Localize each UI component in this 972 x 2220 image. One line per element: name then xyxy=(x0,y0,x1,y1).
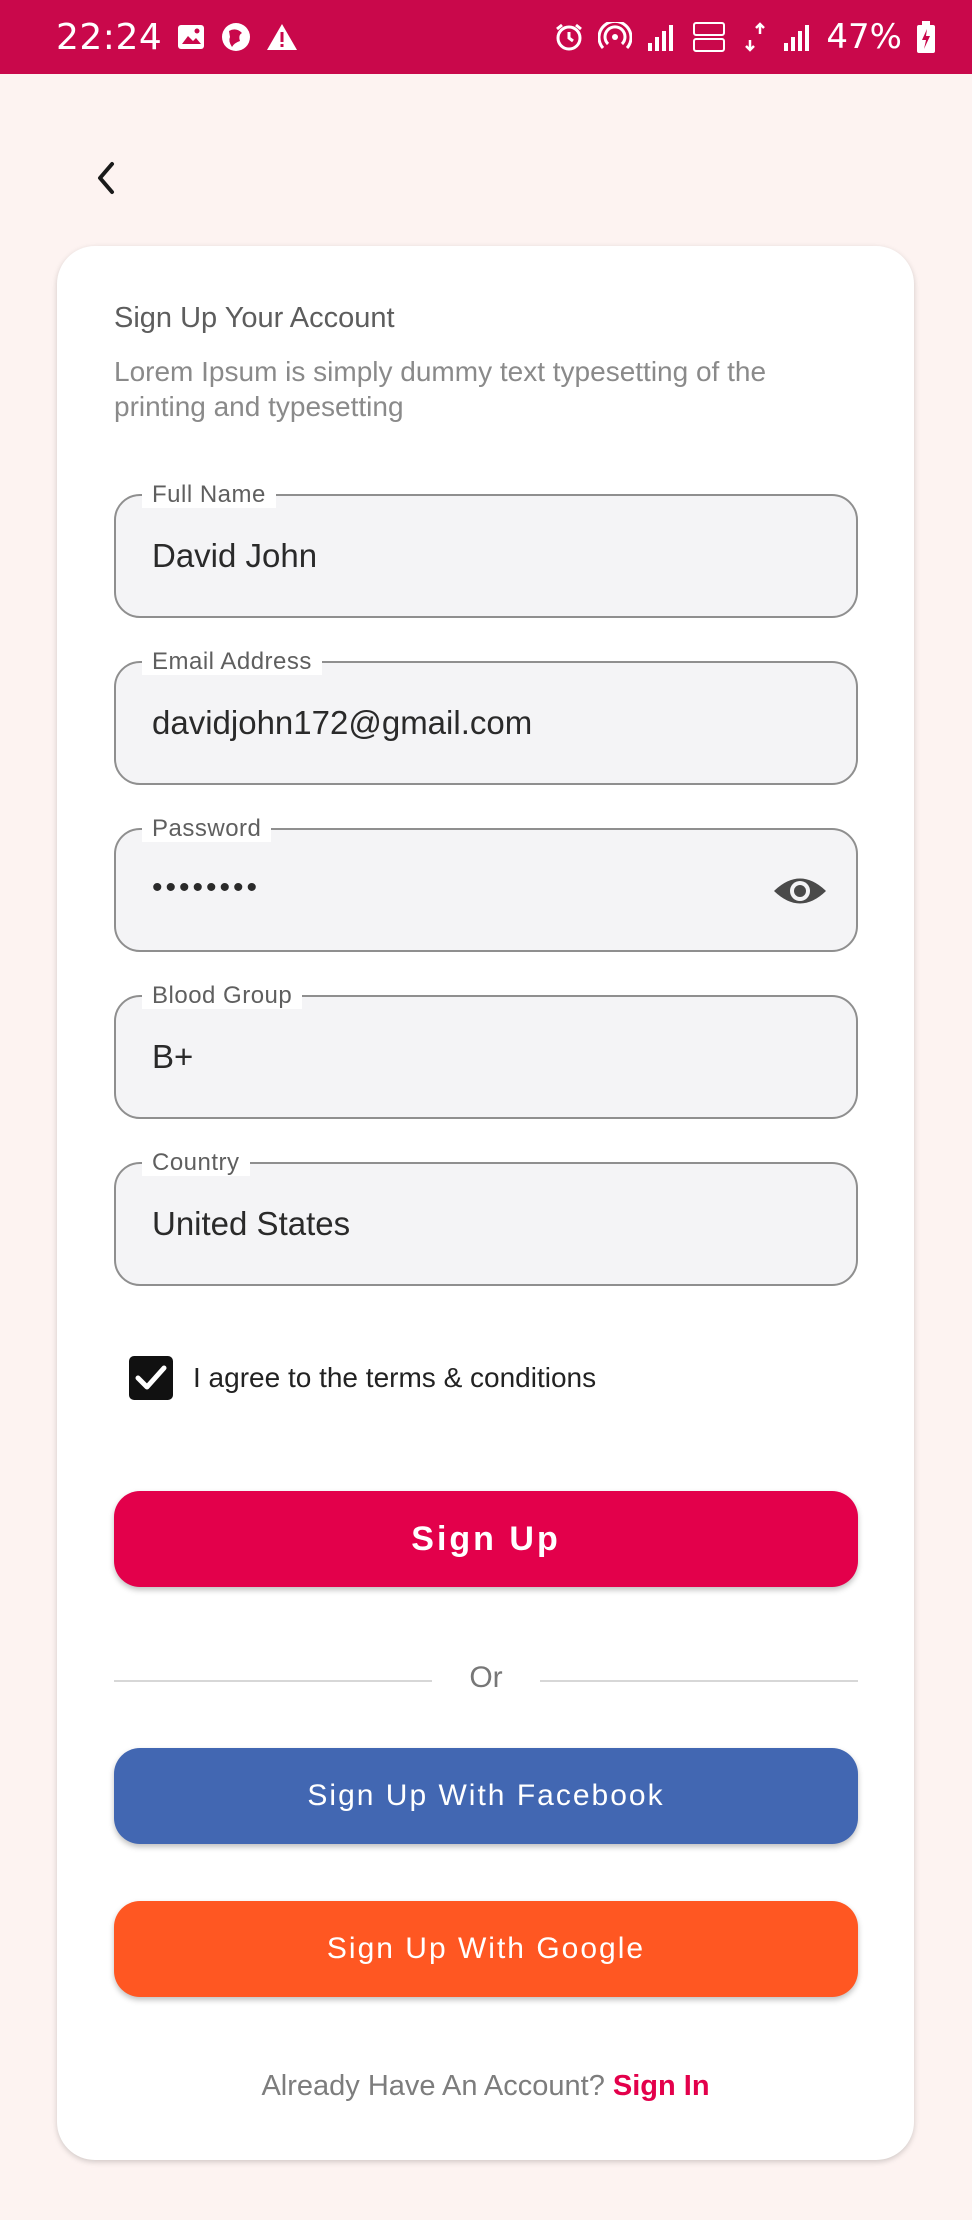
blood-group-field[interactable]: Blood Group B+ xyxy=(114,983,858,1119)
alarm-icon xyxy=(554,22,584,52)
back-button[interactable] xyxy=(86,155,126,201)
volte-icon xyxy=(690,20,728,54)
password-field[interactable]: Password •••••••• xyxy=(114,816,858,952)
terms-label: I agree to the terms & conditions xyxy=(193,1362,597,1393)
google-signup-button[interactable]: Sign Up With Google xyxy=(114,1901,858,1997)
or-divider: Or xyxy=(114,1661,858,1697)
status-time: 22:24 xyxy=(56,16,163,58)
signup-card: Sign Up Your Account Lorem Ipsum is simp… xyxy=(57,246,914,2160)
full-name-field[interactable]: Full Name David John xyxy=(114,482,858,618)
sign-in-link[interactable]: Sign In xyxy=(613,2070,710,2102)
vpn-icon xyxy=(220,21,252,53)
battery-icon xyxy=(916,20,936,54)
form-title: Sign Up Your Account xyxy=(114,302,395,334)
status-bar-left: 22:24 xyxy=(56,17,298,58)
field-label: Blood Group xyxy=(142,983,303,1009)
terms-row: I agree to the terms & conditions xyxy=(129,1356,596,1400)
4g-icon xyxy=(742,20,768,54)
hotspot-icon xyxy=(598,22,633,52)
signal-icon xyxy=(782,23,812,51)
password-value: •••••••• xyxy=(152,871,261,904)
field-label: Email Address xyxy=(142,649,322,675)
field-label: Country xyxy=(142,1150,250,1176)
status-bar: 22:24 47% xyxy=(0,0,972,74)
facebook-signup-button[interactable]: Sign Up With Facebook xyxy=(114,1748,858,1844)
full-name-value: David John xyxy=(152,537,318,574)
form-subtitle: Lorem Ipsum is simply dummy text typeset… xyxy=(114,356,767,422)
eye-icon[interactable] xyxy=(772,870,828,912)
divider-text: Or xyxy=(469,1661,503,1694)
sign-up-button[interactable]: Sign Up xyxy=(114,1491,858,1587)
field-label: Password xyxy=(142,816,272,842)
field-label: Full Name xyxy=(142,482,276,508)
status-bar-right: 47% xyxy=(554,17,936,57)
chevron-left-icon xyxy=(98,162,114,194)
image-icon xyxy=(176,22,206,52)
signal-icon xyxy=(646,23,676,51)
country-value: United States xyxy=(152,1205,351,1242)
email-value: davidjohn172@gmail.com xyxy=(152,704,533,741)
signin-prompt: Already Have An Account? Sign In xyxy=(57,2070,914,2103)
checkmark-icon xyxy=(135,1365,167,1390)
blood-group-value: B+ xyxy=(152,1038,194,1075)
warning-icon xyxy=(266,22,298,52)
signin-prompt-text: Already Have An Account? xyxy=(261,2070,605,2102)
email-field[interactable]: Email Address davidjohn172@gmail.com xyxy=(114,649,858,785)
country-field[interactable]: Country United States xyxy=(114,1150,858,1286)
battery-percentage: 47% xyxy=(826,17,902,57)
divider-line xyxy=(540,1680,858,1682)
terms-checkbox[interactable] xyxy=(129,1356,173,1400)
